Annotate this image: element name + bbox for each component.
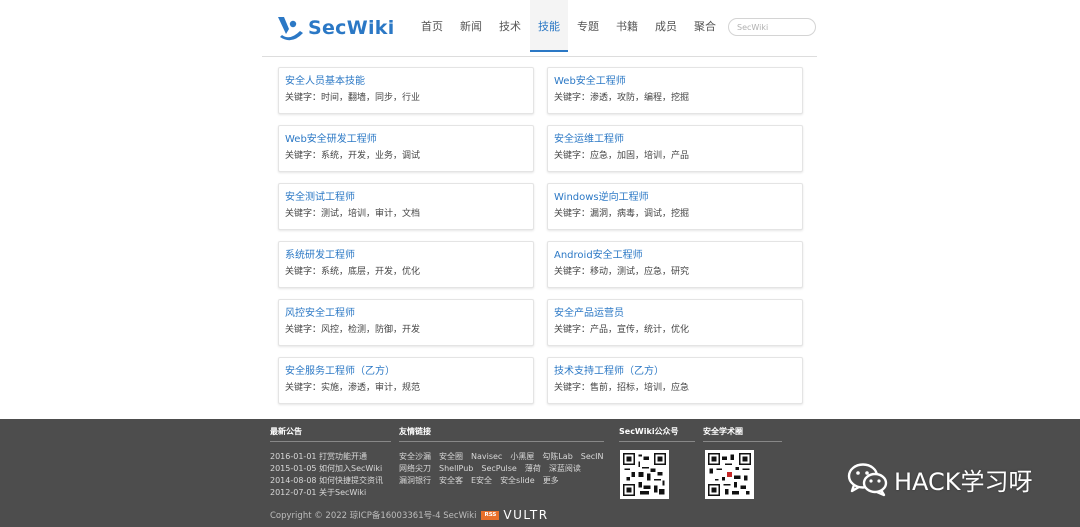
secwiki-logo-icon [278, 17, 303, 41]
rss-badge[interactable]: RSS [481, 510, 500, 520]
skill-card-keywords: 关键字：时间，翻墙，同步，行业 [285, 93, 421, 103]
friend-link[interactable]: E安全 [471, 475, 492, 487]
site-header: SecWiki 首页 新闻 技术 技能 专题 书籍 成员 聚合 投稿 [0, 0, 1080, 57]
skill-card-title[interactable]: 安全测试工程师 [285, 192, 527, 204]
skill-card: 技术支持工程师（乙方） 关键字：售前，招标，培训，应急 [547, 357, 803, 404]
skill-card: 安全运维工程师 关键字：应急，加固，培训，产品 [547, 125, 803, 172]
nav-home[interactable]: 首页 [413, 0, 451, 52]
page: SecWiki 首页 新闻 技术 技能 专题 书籍 成员 聚合 投稿 安全人员基… [0, 0, 1080, 527]
skill-card-title[interactable]: 安全人员基本技能 [285, 76, 527, 88]
skill-card-title[interactable]: Web安全工程师 [554, 76, 796, 88]
skill-card: 安全服务工程师（乙方） 关键字：实施，渗透，审计，规范 [278, 357, 534, 404]
academic-qr-code [705, 450, 754, 499]
notice-item[interactable]: 2012-07-01 关于SecWiki [270, 487, 383, 499]
wechat-title: SecWiki公众号 [619, 426, 695, 442]
notice-item[interactable]: 2014-08-08 如何快捷提交资讯 [270, 475, 383, 487]
nav-topics[interactable]: 专题 [569, 0, 607, 52]
skill-card: 系统研发工程师 关键字：系统，底层，开发，优化 [278, 241, 534, 288]
skill-card: 风控安全工程师 关键字：风控，检测，防御，开发 [278, 299, 534, 346]
friend-link[interactable]: 安全沙漏 [399, 451, 431, 463]
skill-card-keywords: 关键字：应急，加固，培训，产品 [554, 151, 690, 161]
friend-links: 安全沙漏 安全圈 Navisec 小黑屋 勾陈Lab SecIN 网络尖刀 Sh… [399, 451, 604, 487]
skill-card-keywords: 关键字：风控，检测，防御，开发 [285, 325, 421, 335]
skill-card-keywords: 关键字：移动，测试，应急，研究 [554, 267, 690, 277]
skill-card: 安全产品运营员 关键字：产品，宣传，统计，优化 [547, 299, 803, 346]
links-row: 网络尖刀 ShellPub SecPulse 薄荷 深蓝阅读 [399, 463, 599, 475]
friend-link[interactable]: ShellPub [439, 463, 473, 475]
skill-card-keywords: 关键字：实施，渗透，审计，规范 [285, 383, 421, 393]
skill-card-title[interactable]: 安全运维工程师 [554, 134, 796, 146]
skill-card-keywords: 关键字：产品，宣传，统计，优化 [554, 325, 690, 335]
friend-link[interactable]: 深蓝阅读 [549, 463, 581, 475]
nav-books[interactable]: 书籍 [608, 0, 646, 52]
friend-link[interactable]: 安全slide [500, 475, 535, 487]
friend-link[interactable]: 漏洞银行 [399, 475, 431, 487]
friend-link[interactable]: 网络尖刀 [399, 463, 431, 475]
skill-card: 安全测试工程师 关键字：测试，培训，审计，文档 [278, 183, 534, 230]
watermark: HACK学习呀 [846, 461, 1033, 497]
skill-card-title[interactable]: 技术支持工程师（乙方） [554, 366, 796, 378]
skill-card: Windows逆向工程师 关键字：漏洞，病毒，调试，挖掘 [547, 183, 803, 230]
skill-card-title[interactable]: Android安全工程师 [554, 250, 796, 262]
nav-news[interactable]: 新闻 [452, 0, 490, 52]
friend-link[interactable]: 薄荷 [525, 463, 541, 475]
friend-link[interactable]: 安全客 [439, 475, 463, 487]
brand-name: SecWiki [308, 17, 395, 39]
qr-code-icon [623, 453, 666, 496]
nav-tech[interactable]: 技术 [491, 0, 529, 52]
friend-link[interactable]: 更多 [543, 475, 559, 487]
friend-link[interactable]: SecPulse [481, 463, 516, 475]
site-logo[interactable]: SecWiki [276, 15, 395, 41]
friend-link[interactable]: 安全圈 [439, 451, 463, 463]
skill-card-keywords: 关键字：系统，底层，开发，优化 [285, 267, 421, 277]
links-row: 漏洞银行 安全客 E安全 安全slide 更多 [399, 475, 599, 487]
skill-card-keywords: 关键字：测试，培训，审计，文档 [285, 209, 421, 219]
skill-card-title[interactable]: 系统研发工程师 [285, 250, 527, 262]
skill-card-keywords: 关键字：漏洞，病毒，调试，挖掘 [554, 209, 690, 219]
skill-card: Web安全研发工程师 关键字：系统，开发，业务，调试 [278, 125, 534, 172]
wechat-icon [847, 463, 888, 497]
watermark-text: HACK学习呀 [894, 467, 1033, 496]
skills-grid: 安全人员基本技能 关键字：时间，翻墙，同步，行业 Web安全工程师 关键字：渗透… [278, 67, 803, 404]
friend-link[interactable]: SecIN [581, 451, 604, 463]
academic-title: 安全学术圈 [703, 426, 782, 442]
links-title: 友情链接 [399, 426, 604, 442]
skill-card: Web安全工程师 关键字：渗透，攻防，编程，挖掘 [547, 67, 803, 114]
skill-card-title[interactable]: 安全服务工程师（乙方） [285, 366, 527, 378]
friend-link[interactable]: 勾陈Lab [542, 451, 572, 463]
skill-card: 安全人员基本技能 关键字：时间，翻墙，同步，行业 [278, 67, 534, 114]
friend-link[interactable]: Navisec [471, 451, 502, 463]
skill-card-title[interactable]: Windows逆向工程师 [554, 192, 796, 204]
notice-item[interactable]: 2015-01-05 如何加入SecWiki [270, 463, 383, 475]
search-input[interactable] [728, 18, 816, 36]
copyright: Copyright © 2022 琼ICP备16003361号-4 SecWik… [270, 508, 549, 522]
skill-card-title[interactable]: 风控安全工程师 [285, 308, 527, 320]
copyright-text: Copyright © 2022 琼ICP备16003361号-4 SecWik… [270, 511, 477, 521]
notice-title: 最新公告 [270, 426, 391, 442]
skill-card: Android安全工程师 关键字：移动，测试，应急，研究 [547, 241, 803, 288]
main-nav: 首页 新闻 技术 技能 专题 书籍 成员 聚合 投稿 [413, 0, 764, 52]
nav-skills[interactable]: 技能 [530, 0, 568, 52]
notice-item[interactable]: 2016-01-01 打赏功能开通 [270, 451, 383, 463]
sponsor-logo[interactable]: VULTR [503, 508, 548, 522]
skill-card-keywords: 关键字：售前，招标，培训，应急 [554, 383, 690, 393]
header-divider [262, 56, 817, 57]
skill-card-title[interactable]: Web安全研发工程师 [285, 134, 527, 146]
links-row: 安全沙漏 安全圈 Navisec 小黑屋 勾陈Lab SecIN [399, 451, 604, 463]
notice-list: 2016-01-01 打赏功能开通 2015-01-05 如何加入SecWiki… [270, 451, 383, 499]
nav-aggregate[interactable]: 聚合 [686, 0, 724, 52]
qr-code-icon [708, 453, 751, 496]
skill-card-keywords: 关键字：系统，开发，业务，调试 [285, 151, 421, 161]
friend-link[interactable]: 小黑屋 [510, 451, 534, 463]
skill-card-keywords: 关键字：渗透，攻防，编程，挖掘 [554, 93, 690, 103]
wechat-qr-code [620, 450, 669, 499]
skill-card-title[interactable]: 安全产品运营员 [554, 308, 796, 320]
nav-members[interactable]: 成员 [647, 0, 685, 52]
